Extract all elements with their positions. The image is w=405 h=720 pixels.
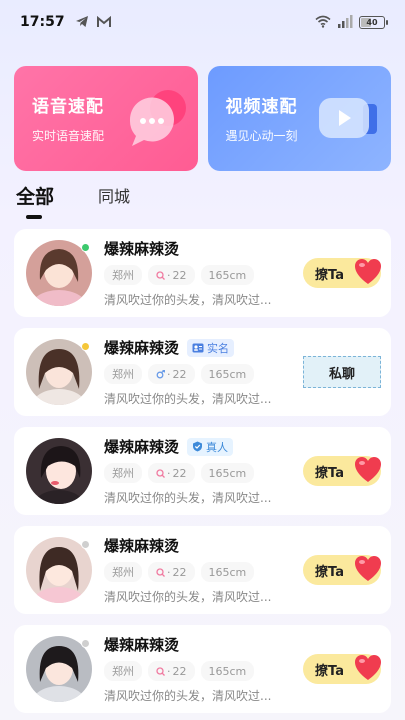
user-card[interactable]: 爆辣麻辣烫 真人 郑州 · 22 165cm 清风吹过你的头发，清风吹过... 撩…: [14, 427, 391, 515]
user-card[interactable]: 爆辣麻辣烫 郑州 · 22 165cm 清风吹过你的头发，清风吹过... 撩Ta: [14, 625, 391, 713]
user-card[interactable]: 爆辣麻辣烫 郑州 · 22 165cm 清风吹过你的头发，清风吹过... 撩Ta: [14, 526, 391, 614]
age-tag: · 22: [148, 364, 195, 384]
age-value: 22: [172, 367, 187, 381]
flirt-label: 撩Ta: [315, 465, 344, 481]
female-icon: [156, 666, 165, 676]
user-bio: 清风吹过你的头发，清风吹过...: [104, 392, 272, 406]
city-tag: 郑州: [104, 463, 142, 483]
tab-all[interactable]: 全部: [16, 182, 55, 219]
height-tag: 165cm: [200, 463, 255, 483]
age-tag: · 22: [148, 661, 195, 681]
filter-tabs: 全部 同城: [16, 182, 130, 219]
user-list: 爆辣麻辣烫 郑州 · 22 165cm 清风吹过你的头发，清风吹过... 撩Ta …: [14, 229, 391, 720]
user-bio: 清风吹过你的头发，清风吹过...: [104, 293, 272, 307]
user-name: 爆辣麻辣烫: [104, 537, 180, 555]
height-tag: 165cm: [200, 364, 255, 384]
age-value: 22: [172, 565, 187, 579]
female-icon: [156, 468, 165, 478]
online-status-dot: [81, 540, 90, 549]
height-tag: 165cm: [200, 562, 255, 582]
avatar[interactable]: [26, 636, 92, 702]
user-card[interactable]: 爆辣麻辣烫 实名 郑州 · 22 165cm 清风吹过你的头发，清风吹过... 私…: [14, 328, 391, 416]
mail-icon: [96, 13, 111, 32]
user-name: 爆辣麻辣烫: [104, 240, 180, 258]
height-tag: 165cm: [200, 265, 255, 285]
age-value: 22: [172, 268, 187, 282]
user-bio: 清风吹过你的头发，清风吹过...: [104, 689, 272, 703]
age-tag: · 22: [148, 463, 195, 483]
video-camera-icon: [313, 88, 383, 152]
flirt-button[interactable]: 撩Ta: [303, 555, 381, 585]
avatar[interactable]: [26, 339, 92, 405]
city-tag: 郑州: [104, 661, 142, 681]
heart-icon: [353, 554, 383, 588]
city-tag: 郑州: [104, 265, 142, 285]
match-cards: 语音速配 实时语音速配 视频速配 遇见心动一刻: [14, 66, 391, 171]
female-icon: [156, 567, 165, 577]
flirt-label: 撩Ta: [315, 663, 344, 679]
telegram-icon: [75, 13, 89, 32]
private-chat-button[interactable]: 私聊: [303, 356, 381, 388]
wifi-icon: [315, 13, 331, 32]
online-status-dot: [81, 243, 90, 252]
avatar[interactable]: [26, 240, 92, 306]
age-tag: · 22: [148, 562, 195, 582]
city-tag: 郑州: [104, 562, 142, 582]
real-person-badge: 真人: [187, 437, 234, 456]
status-bar: 17:57 40: [0, 0, 405, 44]
badge-label: 实名: [207, 341, 230, 355]
avatar[interactable]: [26, 438, 92, 504]
heart-icon: [353, 653, 383, 687]
online-status-dot: [81, 342, 90, 351]
age-tag: · 22: [148, 265, 195, 285]
avatar[interactable]: [26, 537, 92, 603]
tab-all-label: 全部: [16, 186, 55, 208]
tab-same-city[interactable]: 同城: [98, 183, 130, 209]
flirt-button[interactable]: 撩Ta: [303, 258, 381, 288]
city-tag: 郑州: [104, 364, 142, 384]
verified-badge: 实名: [187, 338, 235, 357]
age-value: 22: [172, 664, 187, 678]
shield-check-icon: [193, 441, 203, 452]
male-icon: [156, 369, 165, 378]
female-icon: [156, 270, 165, 280]
online-status-dot: [81, 639, 90, 648]
user-card[interactable]: 爆辣麻辣烫 郑州 · 22 165cm 清风吹过你的头发，清风吹过... 撩Ta: [14, 229, 391, 317]
tab-same-city-label: 同城: [98, 187, 131, 206]
user-bio: 清风吹过你的头发，清风吹过...: [104, 491, 272, 505]
badge-label: 真人: [206, 440, 229, 454]
heart-icon: [353, 257, 383, 291]
flirt-button[interactable]: 撩Ta: [303, 654, 381, 684]
user-name: 爆辣麻辣烫: [104, 339, 180, 357]
battery-icon: 40: [359, 15, 388, 29]
battery-level: 40: [366, 17, 378, 27]
user-name: 爆辣麻辣烫: [104, 636, 180, 654]
voice-match-card[interactable]: 语音速配 实时语音速配: [14, 66, 198, 171]
signal-icon: [337, 13, 353, 32]
flirt-label: 撩Ta: [315, 267, 344, 283]
status-time: 17:57: [20, 14, 65, 30]
video-match-card[interactable]: 视频速配 遇见心动一刻: [207, 66, 391, 171]
user-name: 爆辣麻辣烫: [104, 438, 180, 456]
flirt-button[interactable]: 撩Ta: [303, 456, 381, 486]
heart-icon: [353, 455, 383, 489]
user-bio: 清风吹过你的头发，清风吹过...: [104, 590, 272, 604]
flirt-label: 撩Ta: [315, 564, 344, 580]
age-value: 22: [172, 466, 187, 480]
id-card-icon: [192, 343, 204, 352]
chat-bubble-icon: [124, 88, 190, 158]
height-tag: 165cm: [200, 661, 255, 681]
tab-active-indicator: [26, 215, 42, 219]
